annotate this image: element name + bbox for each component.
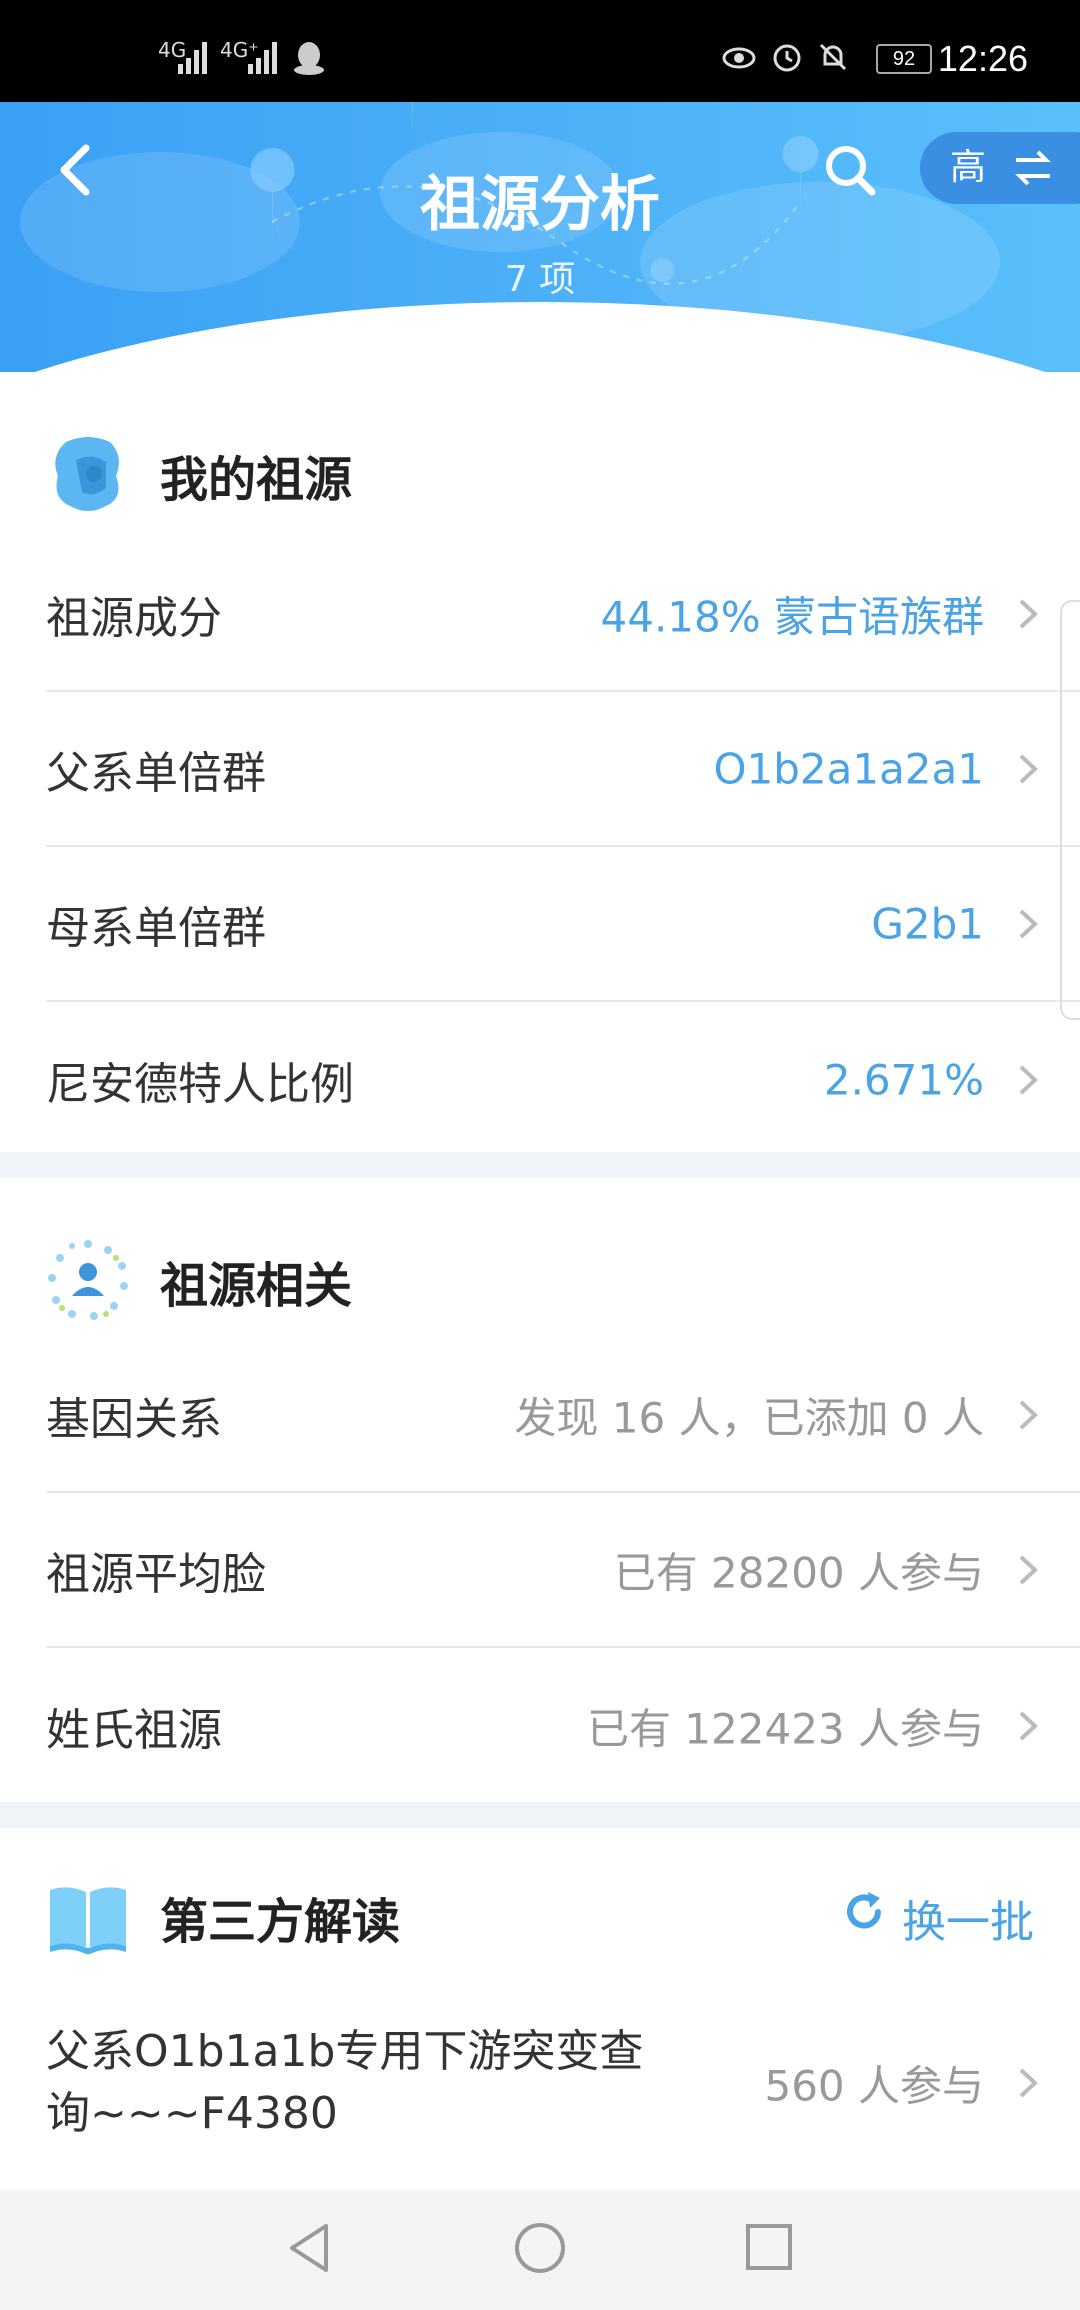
chevron-right-icon (1019, 1711, 1038, 1740)
chevron-right-icon (1019, 754, 1038, 783)
row-value: O1b2a1a2a1 (713, 744, 984, 793)
refresh-batch-button[interactable]: 换一批 (847, 1886, 1034, 1950)
swap-arrows-icon (1015, 150, 1051, 186)
item-label-line1: 父系O1b1a1b专用下游突变查 (46, 2026, 644, 2077)
system-nav-bar (0, 2190, 1080, 2310)
third-party-title: 第三方解读 (160, 1894, 401, 1950)
row-value: 已有 122423 人参与 (586, 1704, 984, 1753)
quality-label: 高 (950, 147, 987, 188)
chevron-right-icon (1019, 1555, 1038, 1584)
nav-home-icon[interactable] (512, 2220, 568, 2276)
row-average-face[interactable]: 祖源平均脸 已有 28200 人参与 (46, 1493, 1080, 1648)
row-value: 已有 28200 人参与 (613, 1548, 984, 1597)
nav-recents-icon[interactable] (744, 2220, 796, 2276)
quality-toggle-button[interactable]: 高 (920, 132, 1080, 204)
row-maternal-haplogroup[interactable]: 母系单倍群 G2b1 (46, 847, 1080, 1002)
search-icon[interactable] (820, 140, 880, 200)
header: 祖源分析 7 项 高 (0, 102, 1080, 372)
item-label: 父系O1b1a1b专用下游突变查 询~~~F4380 (46, 2021, 643, 2145)
chevron-right-icon (1019, 2068, 1038, 2098)
qq-icon (294, 42, 324, 75)
refresh-label: 换一批 (902, 1897, 1034, 1948)
chevron-right-icon (1019, 599, 1038, 628)
row-value: G2b1 (871, 899, 984, 948)
chevron-right-icon (1019, 909, 1038, 938)
third-party-item[interactable]: 父系O1b1a1b专用下游突变查 询~~~F4380 560 人参与 (46, 1998, 1080, 2168)
signal-bars-icon-2 (248, 42, 277, 74)
item-label-line2: 询~~~F4380 (46, 2088, 338, 2139)
page-subtitle: 7 项 (504, 259, 576, 300)
row-value: 44.18% 蒙古语族群 (600, 592, 985, 641)
row-label: 姓氏祖源 (46, 1704, 222, 1756)
row-label: 父系单倍群 (46, 747, 266, 799)
clock: 12:26 (937, 38, 1028, 79)
eye-icon (722, 47, 756, 69)
my-ancestry-section: 我的祖源 祖源成分 44.18% 蒙古语族群 父系单倍群 O1b2a1a2a1 … (0, 372, 1080, 1152)
item-participants: 560 人参与 (764, 2061, 984, 2111)
row-label: 尼安德特人比例 (46, 1058, 354, 1110)
row-surname-origin[interactable]: 姓氏祖源 已有 122423 人参与 (46, 1648, 1080, 1803)
third-party-section: 第三方解读 换一批 父系O1b1a1b专用下游突变查 询~~~F4380 560… (0, 1828, 1080, 2190)
section-divider (0, 1152, 1080, 1178)
chevron-right-icon (1019, 1400, 1038, 1429)
mute-bell-icon (819, 43, 847, 71)
section-divider-2 (0, 1802, 1080, 1828)
my-ancestry-title: 我的祖源 (160, 452, 353, 508)
row-label: 祖源成分 (46, 592, 222, 644)
row-neanderthal-ratio[interactable]: 尼安德特人比例 2.671% (46, 1002, 1080, 1157)
signal-bars-icon (178, 42, 207, 74)
ancestry-related-title: 祖源相关 (160, 1258, 353, 1314)
row-value: 发现 16 人，已添加 0 人 (514, 1393, 984, 1442)
ancestor-face-icon (55, 437, 119, 511)
refresh-icon (847, 1892, 881, 1929)
open-book-icon (50, 1887, 126, 1954)
row-genetic-relations[interactable]: 基因关系 发现 16 人，已添加 0 人 (46, 1338, 1080, 1493)
battery-indicator: 92 (876, 44, 932, 74)
row-paternal-haplogroup[interactable]: 父系单倍群 O1b2a1a2a1 (46, 692, 1080, 847)
network-people-icon (48, 1240, 128, 1320)
row-ancestry-composition[interactable]: 祖源成分 44.18% 蒙古语族群 (46, 537, 1080, 692)
row-value: 2.671% (823, 1055, 984, 1104)
row-label: 基因关系 (46, 1393, 222, 1445)
page-title: 祖源分析 (420, 170, 660, 240)
status-bar: 4G 4G⁺ 92 12:26 (0, 0, 1080, 102)
row-label: 母系单倍群 (46, 902, 266, 954)
ancestry-related-section: 祖源相关 基因关系 发现 16 人，已添加 0 人 祖源平均脸 已有 28200… (0, 1178, 1080, 1802)
row-label: 祖源平均脸 (46, 1548, 266, 1600)
scroll-indicator[interactable] (1060, 600, 1080, 1020)
alarm-icon (773, 44, 801, 72)
nav-back-icon[interactable] (284, 2220, 334, 2276)
chevron-right-icon (1019, 1065, 1038, 1094)
